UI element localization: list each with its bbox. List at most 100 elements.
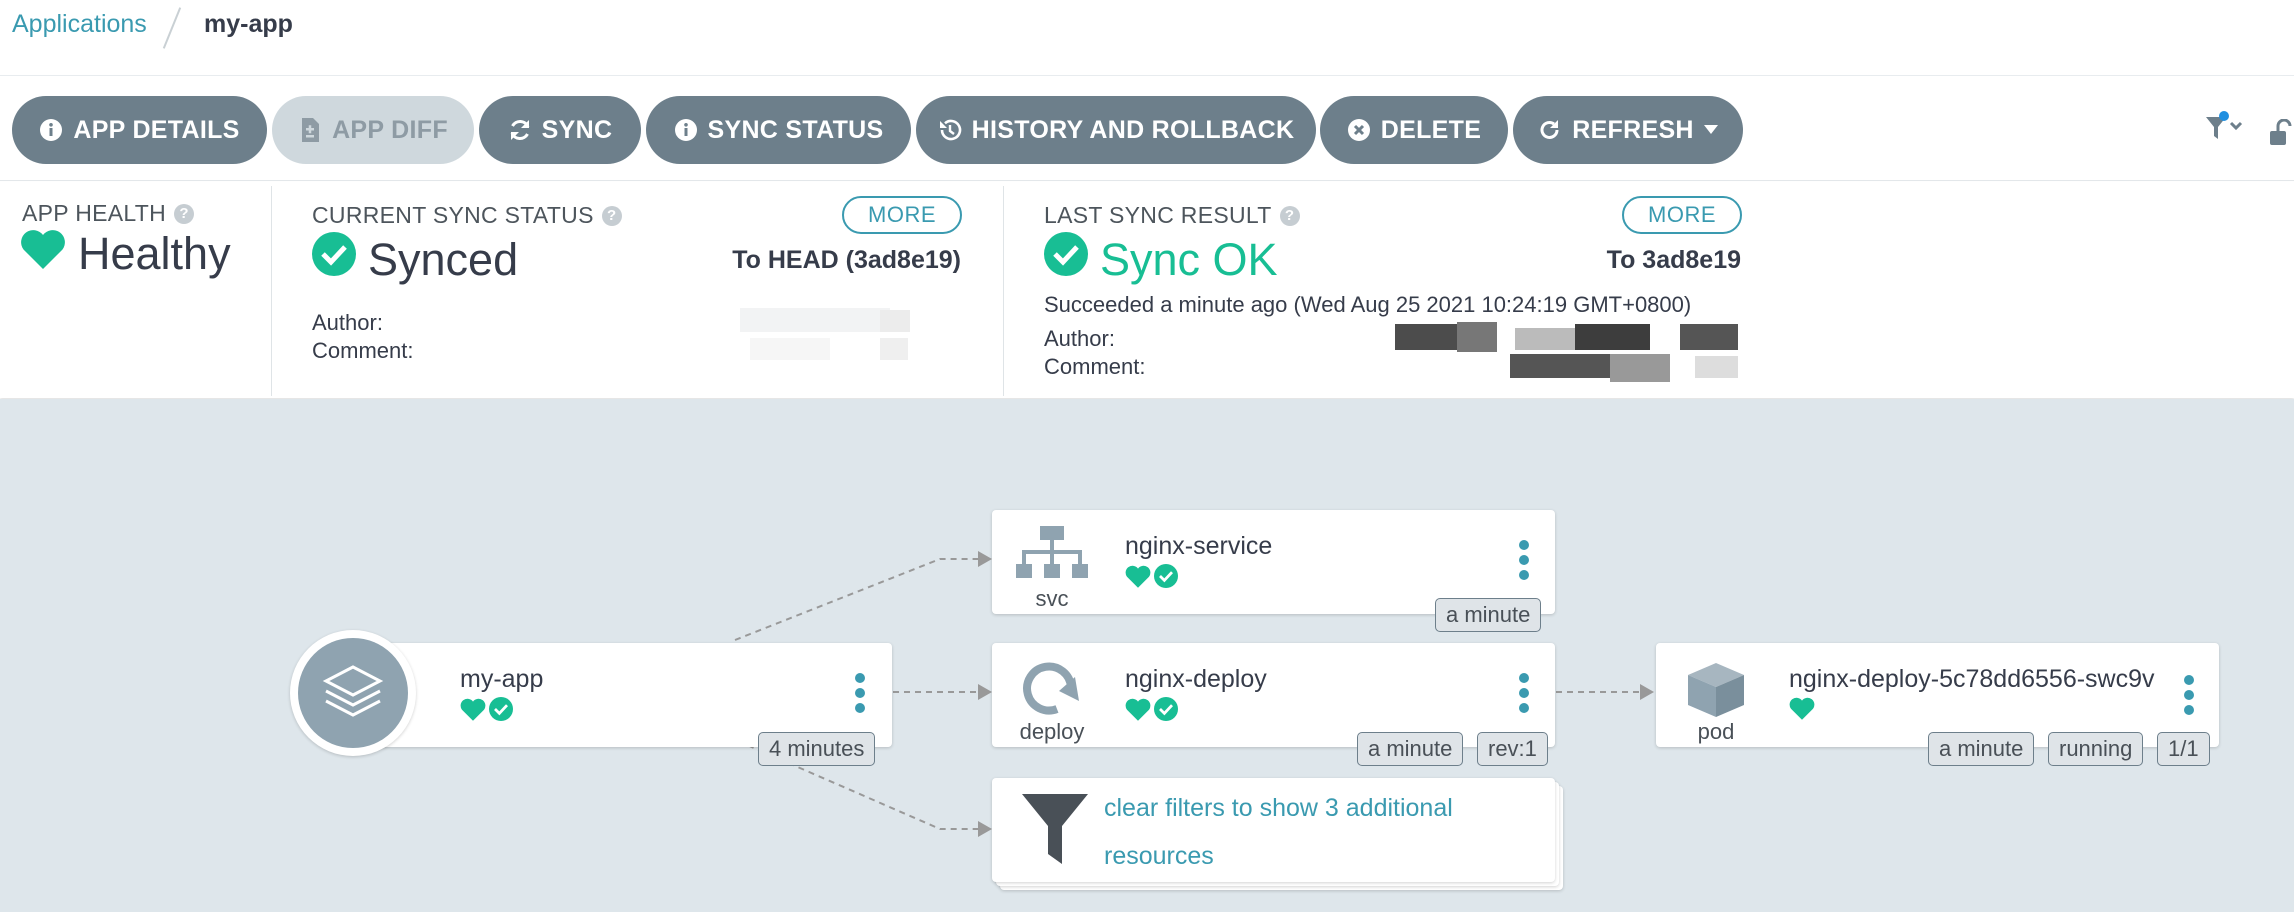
heart-icon bbox=[20, 228, 66, 280]
app-diff-button[interactable]: APP DIFF bbox=[272, 96, 474, 164]
filter-icon bbox=[1022, 794, 1088, 869]
sitemap-icon bbox=[1016, 526, 1088, 585]
deploy-node-kind: deploy bbox=[1019, 719, 1085, 744]
heart-icon bbox=[1125, 698, 1151, 726]
layers-icon bbox=[322, 663, 384, 724]
pod-node-menu-icon[interactable] bbox=[2184, 675, 2196, 715]
last-sync-revision[interactable]: To 3ad8e19 bbox=[1607, 246, 1741, 275]
pod-node-status-badge: running bbox=[2048, 732, 2144, 766]
lock-icon[interactable] bbox=[2270, 118, 2294, 152]
app-details-button[interactable]: APP DETAILS bbox=[12, 96, 267, 164]
current-sync-author-label: Author: bbox=[312, 310, 383, 335]
current-sync-label-group: CURRENT SYNC STATUS ? bbox=[312, 202, 622, 229]
app-health-value-group: Healthy bbox=[20, 228, 231, 280]
refresh-button[interactable]: REFRESH bbox=[1513, 96, 1743, 164]
deploy-node-menu-icon[interactable] bbox=[1519, 673, 1531, 713]
service-node-status-icons bbox=[1125, 564, 1178, 593]
app-health-value: Healthy bbox=[78, 228, 231, 279]
deploy-node[interactable]: deploy nginx-deploy bbox=[992, 643, 1555, 747]
current-sync-value-group: Synced bbox=[312, 232, 518, 287]
service-node-menu-icon[interactable] bbox=[1519, 540, 1531, 580]
refresh-label: REFRESH bbox=[1572, 115, 1694, 144]
cube-icon bbox=[1686, 661, 1746, 724]
heart-icon bbox=[460, 698, 486, 726]
current-sync-revision[interactable]: To HEAD (3ad8e19) bbox=[732, 246, 961, 275]
deploy-node-age-badge: a minute bbox=[1357, 732, 1464, 766]
app-node-age-badge: 4 minutes bbox=[758, 732, 876, 766]
breadcrumb-separator bbox=[162, 7, 182, 49]
resource-tree-graph: my-app 4 minutes svc nginx-service a min… bbox=[0, 399, 2294, 912]
panel-divider bbox=[271, 186, 272, 396]
current-sync-label: CURRENT SYNC STATUS bbox=[312, 202, 594, 228]
caret-down-icon bbox=[1703, 125, 1718, 135]
history-rollback-button[interactable]: HISTORY AND ROLLBACK bbox=[916, 96, 1316, 164]
status-panel: APP HEALTH ? Healthy CURRENT SYNC STATUS… bbox=[0, 182, 2294, 398]
pod-node-kind: pod bbox=[1697, 719, 1735, 744]
help-icon[interactable]: ? bbox=[601, 205, 622, 226]
delete-button[interactable]: DELETE bbox=[1320, 96, 1508, 164]
sync-icon bbox=[508, 118, 532, 142]
check-circle-icon bbox=[1044, 232, 1088, 287]
app-diff-label: APP DIFF bbox=[332, 115, 448, 144]
service-node-age-badge: a minute bbox=[1435, 598, 1542, 632]
top-bar: Applications my-app bbox=[0, 0, 2294, 76]
history-icon bbox=[938, 118, 962, 142]
info-icon bbox=[39, 118, 63, 142]
last-sync-comment-label: Comment: bbox=[1044, 354, 1146, 379]
info-icon bbox=[674, 118, 698, 142]
last-sync-detail: Succeeded a minute ago (Wed Aug 25 2021 … bbox=[1044, 292, 1692, 317]
last-sync-value: Sync OK bbox=[1100, 233, 1278, 285]
deploy-node-name: nginx-deploy bbox=[1125, 665, 1267, 693]
times-circle-icon bbox=[1347, 118, 1371, 142]
clear-filters-link-line2[interactable]: resources bbox=[1104, 832, 1214, 880]
app-node-status-icons bbox=[460, 697, 513, 726]
file-diff-icon bbox=[298, 118, 322, 142]
last-sync-label: LAST SYNC RESULT bbox=[1044, 202, 1272, 228]
help-icon[interactable]: ? bbox=[174, 203, 195, 224]
app-health-label-group: APP HEALTH ? bbox=[22, 200, 195, 227]
redacted-commit-info bbox=[650, 304, 940, 366]
redo-icon bbox=[1538, 118, 1562, 142]
sync-icon bbox=[1019, 661, 1085, 722]
check-circle-icon bbox=[489, 697, 513, 726]
sync-label: SYNC bbox=[541, 115, 613, 144]
sync-button[interactable]: SYNC bbox=[479, 96, 641, 164]
redacted-commit-info bbox=[1395, 322, 1740, 386]
current-sync-value: Synced bbox=[368, 233, 519, 285]
filter-icon[interactable] bbox=[2204, 111, 2244, 150]
pod-node-ready-badge: 1/1 bbox=[2157, 732, 2210, 766]
help-icon[interactable]: ? bbox=[1279, 205, 1300, 226]
app-node-name: my-app bbox=[460, 665, 544, 693]
breadcrumb-current-app: my-app bbox=[204, 10, 293, 38]
pod-node-age-badge: a minute bbox=[1928, 732, 2035, 766]
heart-icon bbox=[1125, 565, 1151, 593]
toolbar-right-controls bbox=[2194, 107, 2294, 157]
history-rollback-label: HISTORY AND ROLLBACK bbox=[971, 115, 1295, 144]
app-details-label: APP DETAILS bbox=[73, 115, 240, 144]
app-node-menu-icon[interactable] bbox=[855, 673, 867, 713]
check-circle-icon bbox=[1154, 697, 1178, 726]
app-toolbar: APP DETAILS APP DIFF SYNC SYNC STATUS HI… bbox=[0, 77, 2294, 181]
service-node-name: nginx-service bbox=[1125, 532, 1273, 560]
last-sync-more-button[interactable]: MORE bbox=[1622, 196, 1742, 234]
clear-filters-link-line1[interactable]: clear filters to show 3 additional bbox=[1104, 784, 1453, 832]
check-circle-icon bbox=[1154, 564, 1178, 593]
heart-icon bbox=[1789, 697, 1815, 725]
last-sync-author-label: Author: bbox=[1044, 326, 1115, 351]
current-sync-comment-label: Comment: bbox=[312, 338, 414, 363]
breadcrumb-applications-link[interactable]: Applications bbox=[12, 10, 147, 39]
delete-label: DELETE bbox=[1380, 115, 1482, 144]
check-circle-icon bbox=[312, 232, 356, 287]
filter-node[interactable]: clear filters to show 3 additional resou… bbox=[992, 778, 1555, 882]
sync-status-label: SYNC STATUS bbox=[707, 115, 884, 144]
app-node-avatar bbox=[290, 630, 416, 756]
sync-status-button[interactable]: SYNC STATUS bbox=[646, 96, 911, 164]
pod-node-name: nginx-deploy-5c78dd6556-swc9v bbox=[1789, 665, 2155, 693]
panel-divider bbox=[1003, 186, 1004, 396]
pod-node-status-icons bbox=[1789, 697, 1815, 725]
deploy-node-revision-badge: rev:1 bbox=[1477, 732, 1548, 766]
last-sync-value-group: Sync OK bbox=[1044, 232, 1278, 287]
current-sync-more-button[interactable]: MORE bbox=[842, 196, 962, 234]
edge-app-to-service bbox=[734, 558, 980, 641]
app-health-label: APP HEALTH bbox=[22, 200, 167, 226]
